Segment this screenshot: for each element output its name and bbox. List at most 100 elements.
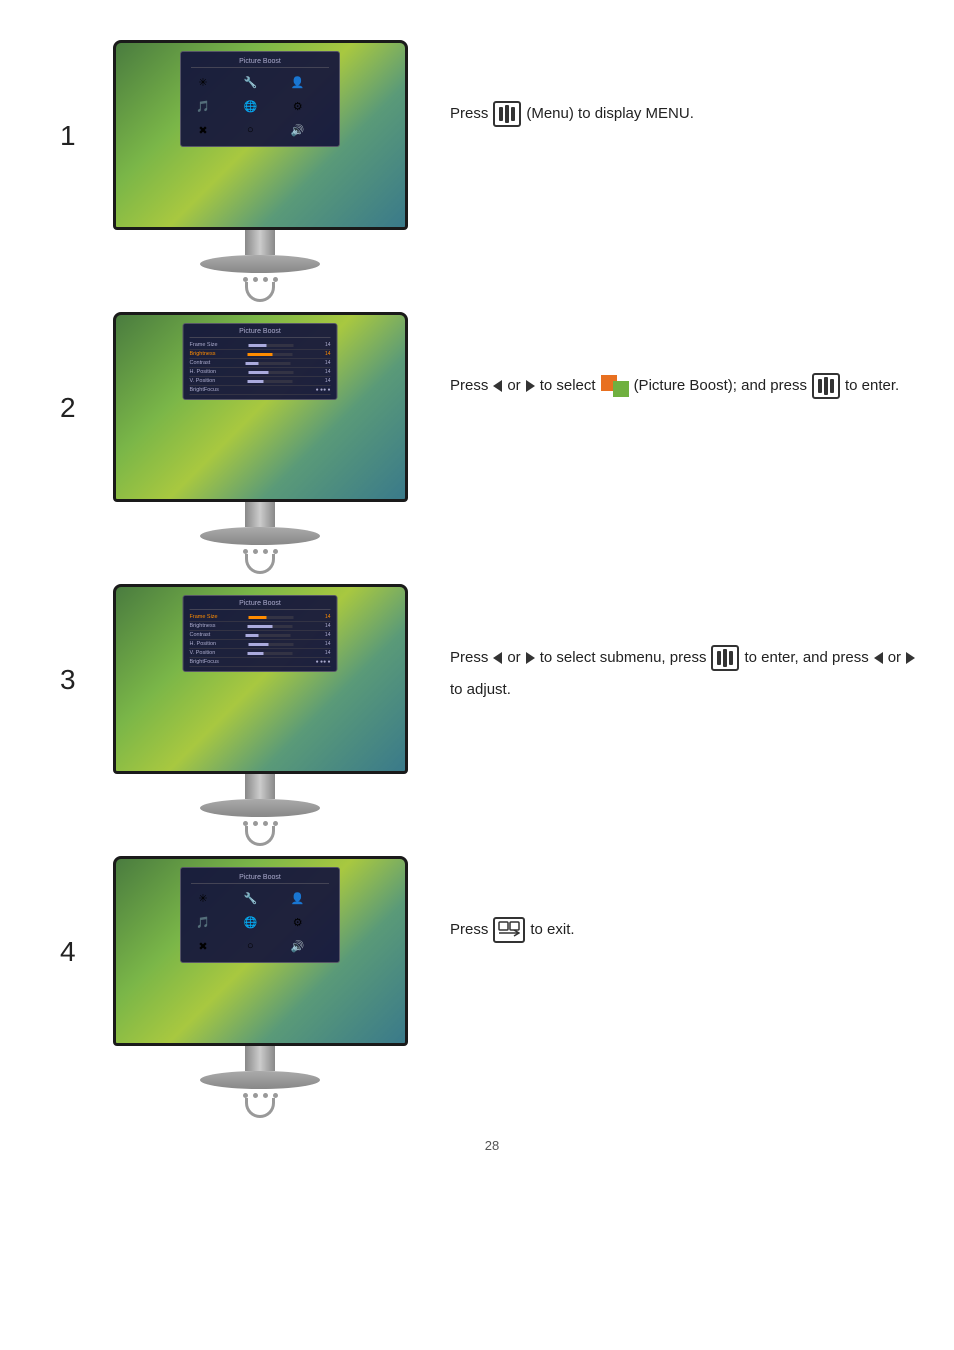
osd-icon-9: 🔊: [286, 120, 310, 140]
osd-item-hpos: H. Position 14: [190, 368, 331, 377]
osd-icon-4: 🎵: [191, 96, 215, 116]
osd-menu-1: Picture Boost ✳ 🔧 👤 🎵 🌐 ⚙ ✖ ○ 🔊: [180, 51, 340, 147]
step-3-select-sub: to select submenu, press: [540, 644, 707, 671]
monitor-screen-3: Picture Boost Frame Size 14 Brightness 1…: [116, 587, 405, 771]
stand-neck-2: [245, 502, 275, 527]
step-2-monitor: Picture Boost Frame Size 14 Brightness 1…: [100, 312, 420, 574]
left-chevron-2a: [493, 380, 502, 392]
step-1-description: Press (Menu) to display MENU.: [420, 40, 924, 127]
bar-2: [505, 105, 509, 123]
step-2-or: or: [507, 372, 520, 399]
osd-icon-13: 🎵: [191, 912, 215, 932]
step-2-to-select: to select: [540, 372, 596, 399]
step-2-press: Press: [450, 372, 488, 399]
monitor-wrapper-2: Picture Boost Frame Size 14 Brightness 1…: [110, 312, 410, 574]
osd-icon-14: 🌐: [238, 912, 262, 932]
exit-svg: [498, 921, 520, 939]
monitor-frame-1: Picture Boost ✳ 🔧 👤 🎵 🌐 ⚙ ✖ ○ 🔊: [113, 40, 408, 230]
osd-item-brightfocus-3: BrightFocus ● ●● ●: [190, 658, 331, 667]
monitor-wrapper-4: Picture Boost ✳ 🔧 👤 🎵 🌐 ⚙ ✖ ○ 🔊: [110, 856, 410, 1118]
picture-boost-icon: [601, 375, 629, 397]
step-1-row: 1 Picture Boost ✳ 🔧 👤 🎵 🌐: [60, 40, 924, 302]
osd-item-brightness: Brightness 14: [190, 350, 331, 359]
page-footer: 28: [60, 1138, 924, 1173]
osd-item-hpos-3: H. Position 14: [190, 640, 331, 649]
step-2-desc-block: Press or to select (Picture Boost); and …: [450, 372, 924, 399]
menu-button-icon-1: [493, 101, 521, 127]
monitor-screen-2: Picture Boost Frame Size 14 Brightness 1…: [116, 315, 405, 499]
step-4-to-exit: to exit.: [530, 916, 574, 943]
osd-icon-7: ✖: [191, 120, 215, 140]
bar-3: [511, 107, 515, 121]
stand-neck-3: [245, 774, 275, 799]
osd-item-framesize: Frame Size 14: [190, 341, 331, 350]
step-4-description: Press to exit.: [420, 856, 924, 943]
osd-item-framesize-3: Frame Size 14: [190, 613, 331, 622]
menu-button-icon-3: [711, 645, 739, 671]
osd-menu-2: Picture Boost Frame Size 14 Brightness 1…: [183, 323, 338, 400]
osd-icon-10: ✳: [191, 888, 215, 908]
monitor-screen-1: Picture Boost ✳ 🔧 👤 🎵 🌐 ⚙ ✖ ○ 🔊: [116, 43, 405, 227]
step-2-picture: (Picture Boost); and press: [634, 372, 807, 399]
pb-green: [613, 381, 629, 397]
monitor-frame-4: Picture Boost ✳ 🔧 👤 🎵 🌐 ⚙ ✖ ○ 🔊: [113, 856, 408, 1046]
step-2-to-enter: to enter.: [845, 372, 899, 399]
osd-icon-15: ⚙: [286, 912, 310, 932]
step-3-or-2: or: [888, 644, 901, 671]
stand-neck-4: [245, 1046, 275, 1071]
bar-9: [729, 651, 733, 665]
osd-bar-2: [248, 353, 293, 356]
osd-icons-grid: ✳ 🔧 👤 🎵 🌐 ⚙ ✖ ○ 🔊: [191, 72, 329, 140]
step-2-description: Press or to select (Picture Boost); and …: [420, 312, 924, 399]
step-1-desc-text: (Menu) to display MENU.: [526, 100, 694, 127]
step-3-to-enter: to enter, and press: [744, 644, 868, 671]
page-number: 28: [485, 1138, 499, 1153]
monitor-frame-3: Picture Boost Frame Size 14 Brightness 1…: [113, 584, 408, 774]
monitor-wrapper-1: Picture Boost ✳ 🔧 👤 🎵 🌐 ⚙ ✖ ○ 🔊: [110, 40, 410, 302]
step-3-or-1: or: [507, 644, 520, 671]
stand-hook-4: [245, 1098, 275, 1118]
bar-5: [824, 377, 828, 395]
monitor-bottom-3: AOC: [116, 771, 408, 774]
osd-bar-3: [245, 362, 290, 365]
osd-icon-2: 🔧: [238, 72, 262, 92]
monitor-frame-2: Picture Boost Frame Size 14 Brightness 1…: [113, 312, 408, 502]
monitor-bottom-1: AOC: [116, 227, 408, 230]
monitor-bottom-2: AOC: [116, 499, 408, 502]
left-chevron-3a: [493, 652, 502, 664]
stand-hook-1: [245, 282, 275, 302]
osd-icon-5: 🌐: [238, 96, 262, 116]
stand-base-1: [200, 255, 320, 273]
step-3-press: Press: [450, 644, 488, 671]
step-3-to-adjust: to adjust.: [450, 676, 511, 703]
osd-icon-1: ✳: [191, 72, 215, 92]
monitor-wrapper-3: Picture Boost Frame Size 14 Brightness 1…: [110, 584, 410, 846]
osd-bar-8: [245, 634, 290, 637]
monitor-bottom-4: AOC: [116, 1043, 408, 1046]
osd-item-brightfocus: BrightFocus ● ●● ●: [190, 386, 331, 395]
monitor-screen-4: Picture Boost ✳ 🔧 👤 🎵 🌐 ⚙ ✖ ○ 🔊: [116, 859, 405, 1043]
bar-8: [723, 649, 727, 667]
osd-bar-9: [248, 643, 293, 646]
step-1-desc-block: Press (Menu) to display MENU.: [450, 100, 924, 127]
osd-icon-16: ✖: [191, 936, 215, 956]
page-container: 1 Picture Boost ✳ 🔧 👤 🎵 🌐: [0, 0, 954, 1213]
right-chevron-3b: [906, 652, 915, 664]
osd-icon-6: ⚙: [286, 96, 310, 116]
right-chevron-2a: [526, 380, 535, 392]
osd-bar-5: [248, 380, 293, 383]
osd-icon-17: ○: [238, 936, 262, 956]
stand-base-3: [200, 799, 320, 817]
step-3-desc-block: Press or to select submenu, press to ent…: [450, 644, 924, 703]
step-3-row: 3 Picture Boost Frame Size 14: [60, 584, 924, 846]
left-chevron-3b: [874, 652, 883, 664]
bar-7: [717, 651, 721, 665]
bar-1: [499, 107, 503, 121]
stand-hook-2: [245, 554, 275, 574]
menu-button-icon-2: [812, 373, 840, 399]
step-4-monitor: Picture Boost ✳ 🔧 👤 🎵 🌐 ⚙ ✖ ○ 🔊: [100, 856, 420, 1118]
step-1-monitor: Picture Boost ✳ 🔧 👤 🎵 🌐 ⚙ ✖ ○ 🔊: [100, 40, 420, 302]
osd-item-vpos-3: V. Position 14: [190, 649, 331, 658]
step-4-number: 4: [60, 936, 100, 968]
step-2-number: 2: [60, 392, 100, 424]
